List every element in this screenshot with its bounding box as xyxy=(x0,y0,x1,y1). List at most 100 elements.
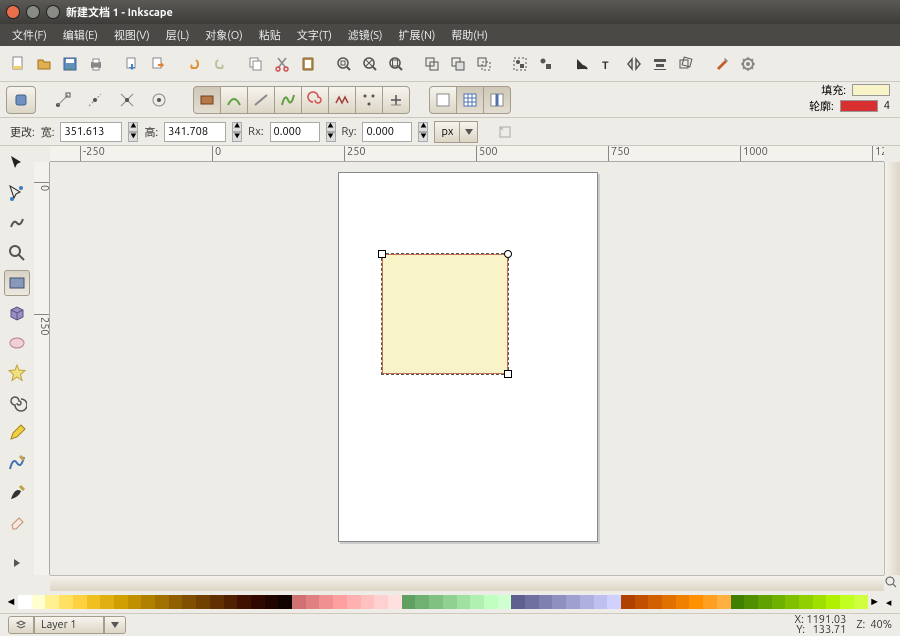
palette-swatch[interactable] xyxy=(319,595,333,609)
palette-swatch[interactable] xyxy=(141,595,155,609)
view-grid-button[interactable] xyxy=(456,86,484,114)
zoom-level[interactable]: Z: 40% xyxy=(856,619,892,631)
layer-selector[interactable]: Layer 1 xyxy=(8,616,126,634)
palette-swatch[interactable] xyxy=(196,595,210,609)
menu-text[interactable]: 文字(T) xyxy=(291,25,338,45)
palette-swatch[interactable] xyxy=(415,595,429,609)
palette-swatch[interactable] xyxy=(826,595,840,609)
palette-swatch[interactable] xyxy=(539,595,553,609)
palette-swatch[interactable] xyxy=(813,595,827,609)
vertical-scrollbar[interactable] xyxy=(884,162,900,575)
palette-swatch[interactable] xyxy=(498,595,512,609)
import-button[interactable] xyxy=(120,52,144,76)
new-file-button[interactable] xyxy=(6,52,30,76)
palette-swatch[interactable] xyxy=(73,595,87,609)
palette-swatch[interactable] xyxy=(621,595,635,609)
preferences-button[interactable] xyxy=(710,52,734,76)
palette-swatch[interactable] xyxy=(128,595,142,609)
shape-mode-spiral[interactable] xyxy=(301,86,329,114)
shape-mode-rect[interactable] xyxy=(193,86,221,114)
export-button[interactable] xyxy=(146,52,170,76)
menu-help[interactable]: 帮助(H) xyxy=(445,25,494,45)
group-button[interactable] xyxy=(508,52,532,76)
resize-handle-br[interactable] xyxy=(504,370,512,378)
palette-swatch[interactable] xyxy=(552,595,566,609)
paste-button[interactable] xyxy=(296,52,320,76)
palette-swatch[interactable] xyxy=(525,595,539,609)
zoom-page-button[interactable] xyxy=(384,52,408,76)
save-file-button[interactable] xyxy=(58,52,82,76)
palette-swatch[interactable] xyxy=(155,595,169,609)
rx-spinner[interactable]: ▲▼ xyxy=(326,122,336,142)
view-guides-button[interactable] xyxy=(483,86,511,114)
palette-swatch[interactable] xyxy=(566,595,580,609)
palette-swatch[interactable] xyxy=(689,595,703,609)
palette-swatch[interactable] xyxy=(703,595,717,609)
reset-corners-button[interactable] xyxy=(490,118,520,146)
height-spinner[interactable]: ▲▼ xyxy=(232,122,242,142)
unit-selector[interactable]: px xyxy=(434,121,478,143)
snap-intersection-button[interactable] xyxy=(112,86,142,114)
window-maximize-button[interactable] xyxy=(46,5,60,19)
palette-swatch[interactable] xyxy=(87,595,101,609)
zoom-tool[interactable] xyxy=(4,240,30,266)
palette-swatch[interactable] xyxy=(306,595,320,609)
spiral-tool[interactable] xyxy=(4,390,30,416)
duplicate-button[interactable] xyxy=(420,52,444,76)
palette-swatch[interactable] xyxy=(758,595,772,609)
palette-swatch[interactable] xyxy=(169,595,183,609)
palette-swatch[interactable] xyxy=(744,595,758,609)
text-dialog-button[interactable]: T xyxy=(596,52,620,76)
selected-rectangle[interactable] xyxy=(382,254,508,374)
palette-scroll-left[interactable]: ◄ xyxy=(4,595,18,609)
palette-swatch[interactable] xyxy=(347,595,361,609)
shape-mode-arc[interactable] xyxy=(220,86,248,114)
menu-object[interactable]: 对象(O) xyxy=(199,25,248,45)
palette-swatch[interactable] xyxy=(182,595,196,609)
shape-mode-curve[interactable] xyxy=(274,86,302,114)
palette-swatch[interactable] xyxy=(210,595,224,609)
zoom-corner-icon[interactable] xyxy=(884,575,898,589)
horizontal-scrollbar[interactable] xyxy=(50,575,884,591)
unlink-clone-button[interactable] xyxy=(472,52,496,76)
palette-swatch[interactable] xyxy=(333,595,347,609)
palette-swatch[interactable] xyxy=(45,595,59,609)
palette-swatch[interactable] xyxy=(457,595,471,609)
open-file-button[interactable] xyxy=(32,52,56,76)
palette-swatch[interactable] xyxy=(18,595,32,609)
redo-button[interactable] xyxy=(208,52,232,76)
window-minimize-button[interactable] xyxy=(26,5,40,19)
palette-swatch[interactable] xyxy=(443,595,457,609)
menu-edit[interactable]: 编辑(E) xyxy=(57,25,104,45)
window-close-button[interactable] xyxy=(6,5,20,19)
ellipse-tool[interactable] xyxy=(4,330,30,356)
stroke-swatch[interactable] xyxy=(840,100,878,112)
shape-mode-line[interactable] xyxy=(247,86,275,114)
canvas[interactable] xyxy=(50,162,884,575)
palette-swatch[interactable] xyxy=(100,595,114,609)
snap-toggle-button[interactable] xyxy=(6,86,36,114)
rectangle-tool[interactable] xyxy=(4,270,30,296)
zoom-drawing-button[interactable] xyxy=(358,52,382,76)
palette-swatch[interactable] xyxy=(772,595,786,609)
calligraphy-tool[interactable] xyxy=(4,480,30,506)
palette-swatch[interactable] xyxy=(854,595,868,609)
zoom-fit-button[interactable] xyxy=(332,52,356,76)
palette-swatch[interactable] xyxy=(484,595,498,609)
view-outline-button[interactable] xyxy=(429,86,457,114)
resize-handle-tl[interactable] xyxy=(378,250,386,258)
shape-mode-dots[interactable] xyxy=(355,86,383,114)
palette-swatch[interactable] xyxy=(278,595,292,609)
undo-button[interactable] xyxy=(182,52,206,76)
menu-extend[interactable]: 扩展(N) xyxy=(393,25,442,45)
palette-menu[interactable]: ◂ xyxy=(882,595,896,609)
palette-swatch[interactable] xyxy=(429,595,443,609)
eraser-tool[interactable] xyxy=(4,510,30,536)
palette-swatch[interactable] xyxy=(251,595,265,609)
width-input[interactable]: 351.613 xyxy=(60,122,122,142)
palette-swatch[interactable] xyxy=(676,595,690,609)
ry-spinner[interactable]: ▲▼ xyxy=(418,122,428,142)
palette-swatch[interactable] xyxy=(607,595,621,609)
selector-tool[interactable] xyxy=(4,150,30,176)
shape-mode-zigzag[interactable] xyxy=(328,86,356,114)
